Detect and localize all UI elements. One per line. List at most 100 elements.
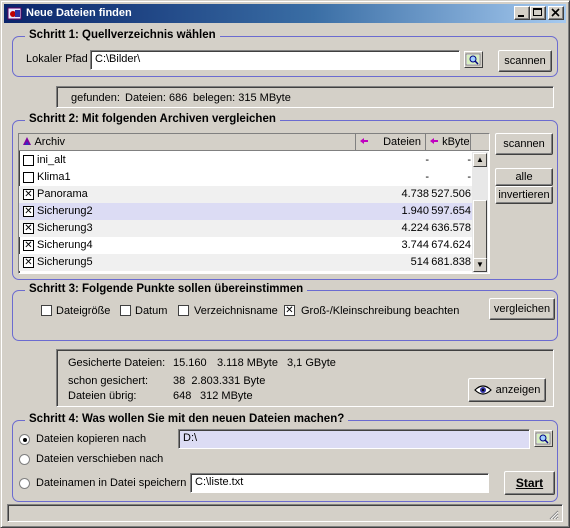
option-date-checkbox[interactable] <box>120 305 131 316</box>
archive-kbyte: 636.578 <box>431 222 471 234</box>
show-button[interactable]: anzeigen <box>468 378 546 402</box>
archive-name: Sicherung3 <box>37 222 93 234</box>
maximize-button[interactable] <box>530 6 546 20</box>
option-date-label[interactable]: Datum <box>135 305 167 317</box>
step3-title: Schritt 3: Folgende Punkte sollen überei… <box>25 283 308 295</box>
archive-row-selected[interactable]: ✕ Sicherung2 1.940 597.654 <box>19 203 474 220</box>
archive-row[interactable]: ✕ Panorama 4.738 527.506 <box>19 186 474 203</box>
resize-grip-icon[interactable] <box>547 508 559 520</box>
step2-title: Schritt 2: Mit folgenden Archiven vergle… <box>25 113 280 125</box>
move-radio[interactable] <box>19 454 30 465</box>
save-list-radio[interactable] <box>19 478 30 489</box>
browse-source-button[interactable] <box>464 51 483 68</box>
archive-kbyte: - <box>467 154 471 166</box>
compare-button[interactable]: vergleichen <box>489 298 555 320</box>
scroll-thumb[interactable] <box>473 200 487 260</box>
archive-scrollbar[interactable]: ▲ ▼ <box>472 152 488 273</box>
sort-icon <box>23 137 31 145</box>
archive-checkbox[interactable]: ✕ <box>23 223 34 234</box>
status-bar <box>7 504 563 522</box>
save-list-label[interactable]: Dateinamen in Datei speichern <box>36 477 186 489</box>
archive-row[interactable]: ✕ Sicherung3 4.224 636.578 <box>19 220 474 237</box>
archive-name: Sicherung2 <box>37 205 93 217</box>
copy-label[interactable]: Dateien kopieren nach <box>36 433 146 445</box>
archive-checkbox[interactable] <box>23 155 34 166</box>
app-icon <box>7 7 22 20</box>
archive-files: 4.224 <box>401 222 429 234</box>
minimize-icon <box>518 15 524 17</box>
title-bar[interactable]: Neue Dateien finden <box>4 4 566 23</box>
folder-search-icon <box>535 432 551 445</box>
remaining-label: Dateien übrig: <box>68 390 137 402</box>
start-button[interactable]: Start <box>504 471 555 495</box>
option-filesize-checkbox[interactable] <box>41 305 52 316</box>
scan-source-button[interactable]: scannen <box>498 50 552 72</box>
eye-icon <box>473 385 492 395</box>
archive-list[interactable]: Archiv Dateien kByte ini_alt - - Klima1 … <box>18 133 490 274</box>
saved-label: Gesicherte Dateien: <box>68 357 166 369</box>
option-case-checkbox[interactable]: ✕ <box>284 305 295 316</box>
archive-name: Sicherung5 <box>37 256 93 268</box>
archive-kbyte: 527.506 <box>431 188 471 200</box>
archive-files: - <box>425 171 429 183</box>
folder-search-icon <box>465 53 481 66</box>
saved-mb: 3.118 MByte <box>217 357 278 369</box>
window-title: Neue Dateien finden <box>26 7 132 19</box>
archive-name: ini_alt <box>37 154 66 166</box>
column-archive[interactable]: Archiv <box>19 134 356 151</box>
scroll-down-button[interactable]: ▼ <box>473 258 487 272</box>
column-archive-label: Archiv <box>34 136 66 148</box>
archive-name: Sicherung4 <box>37 239 93 251</box>
archive-kbyte: - <box>467 171 471 183</box>
archive-name: Panorama <box>37 188 88 200</box>
found-files: Dateien: 686 <box>125 92 188 104</box>
already-label: schon gesichert: <box>68 375 149 387</box>
close-icon <box>551 8 560 17</box>
option-dirname-checkbox[interactable] <box>178 305 189 316</box>
option-dirname-label[interactable]: Verzeichnisname <box>194 305 278 317</box>
remaining-mb: 312 MByte <box>200 390 253 402</box>
copy-radio[interactable] <box>19 434 30 445</box>
archive-files: 4.738 <box>401 188 429 200</box>
move-label[interactable]: Dateien verschieben nach <box>36 453 163 465</box>
step4-title: Schritt 4: Was wollen Sie mit den neuen … <box>25 413 349 425</box>
path-field[interactable]: C:\Bilder\ <box>90 50 460 70</box>
archive-list-header: Archiv Dateien kByte <box>19 134 489 151</box>
archive-checkbox[interactable]: ✕ <box>23 206 34 217</box>
archive-checkbox[interactable]: ✕ <box>23 240 34 251</box>
column-kbyte[interactable]: kByte <box>426 134 471 151</box>
archive-row[interactable]: Klima1 - - <box>19 169 474 186</box>
scan-archives-button[interactable]: scannen <box>495 133 553 155</box>
browse-target-button[interactable] <box>534 430 553 447</box>
found-size: belegen: 315 MByte <box>193 92 291 104</box>
archive-row[interactable]: ini_alt - - <box>19 152 474 169</box>
show-button-label: anzeigen <box>495 384 541 396</box>
column-files-label: Dateien <box>383 136 421 148</box>
already-value: 38 2.803.331 Byte <box>173 375 266 387</box>
select-all-button[interactable]: alle <box>495 168 553 186</box>
archive-kbyte: 674.624 <box>431 239 471 251</box>
column-arrow-icon <box>430 138 438 144</box>
app-window: Neue Dateien finden Schritt 1: Quellverz… <box>0 0 570 528</box>
copy-target-field[interactable]: D:\ <box>178 429 530 449</box>
scroll-up-button[interactable]: ▲ <box>473 153 487 167</box>
archive-checkbox[interactable] <box>23 172 34 183</box>
save-list-field[interactable]: C:\liste.txt <box>190 473 489 493</box>
close-button[interactable] <box>548 6 564 20</box>
path-label: Lokaler Pfad <box>26 53 88 65</box>
minimize-button[interactable] <box>514 6 530 20</box>
option-case-label[interactable]: Groß-/Kleinschreibung beachten <box>301 305 459 317</box>
found-label: gefunden: <box>71 92 120 104</box>
archive-kbyte: 681.838 <box>431 256 471 268</box>
column-files[interactable]: Dateien <box>356 134 426 151</box>
column-arrow-icon <box>360 138 368 144</box>
invert-selection-button[interactable]: invertieren <box>495 186 553 204</box>
remaining-count: 648 <box>173 390 192 402</box>
archive-files: 1.940 <box>401 205 429 217</box>
archive-checkbox[interactable]: ✕ <box>23 189 34 200</box>
option-filesize-label[interactable]: Dateigröße <box>56 305 110 317</box>
archive-checkbox[interactable]: ✕ <box>23 257 34 268</box>
archive-row[interactable]: ✕ Sicherung5 514 681.838 <box>19 254 474 271</box>
archive-files: - <box>425 154 429 166</box>
archive-row[interactable]: ✕ Sicherung4 3.744 674.624 <box>19 237 474 254</box>
